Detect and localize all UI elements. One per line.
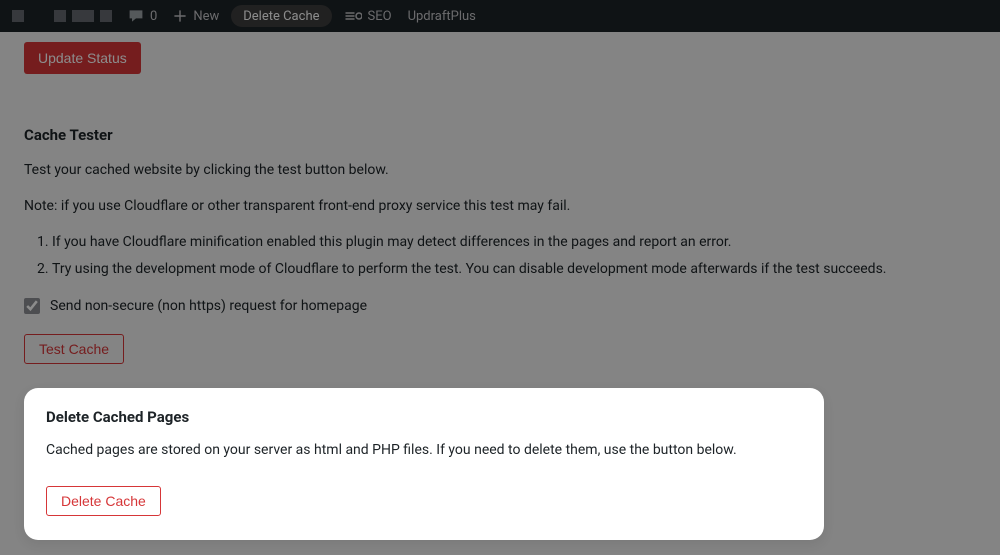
comments-count: 0 — [150, 9, 157, 24]
seo-icon — [344, 9, 362, 23]
cache-tester-intro: Test your cached website by clicking the… — [24, 160, 976, 182]
list-item: Try using the development mode of Cloudf… — [52, 258, 976, 280]
cache-tester-note: Note: if you use Cloudflare or other tra… — [24, 196, 976, 218]
admin-bar-site-group[interactable] — [8, 10, 120, 22]
updraftplus-label: UpdraftPlus — [408, 9, 476, 24]
delete-cached-pages-heading: Delete Cached Pages — [46, 408, 802, 426]
new-content-menu[interactable]: New — [165, 0, 227, 32]
non-secure-checkbox-label: Send non-secure (non https) request for … — [50, 298, 367, 314]
test-cache-button[interactable]: Test Cache — [24, 334, 124, 364]
new-label: New — [193, 9, 219, 24]
cache-tester-heading: Cache Tester — [24, 126, 976, 144]
seo-menu[interactable]: SEO — [336, 0, 400, 32]
site-icon — [54, 10, 66, 22]
cache-tester-list: If you have Cloudflare minification enab… — [52, 231, 976, 280]
list-item: If you have Cloudflare minification enab… — [52, 231, 976, 253]
non-secure-checkbox[interactable] — [24, 298, 40, 314]
seo-label: SEO — [368, 9, 392, 24]
delete-cache-button[interactable]: Delete Cache — [46, 486, 161, 516]
site-name-placeholder — [72, 10, 94, 22]
non-secure-checkbox-row[interactable]: Send non-secure (non https) request for … — [24, 298, 976, 314]
delete-cache-menu[interactable]: Delete Cache — [231, 5, 331, 27]
wp-logo-icon — [12, 10, 24, 22]
comments-menu[interactable]: 0 — [120, 0, 165, 32]
plus-icon — [173, 9, 187, 23]
comment-icon — [128, 8, 144, 24]
delete-cached-pages-body: Cached pages are stored on your server a… — [46, 440, 802, 462]
delete-cache-label: Delete Cache — [243, 9, 319, 24]
admin-bar: 0 New Delete Cache SEO UpdraftPlus — [0, 0, 1000, 32]
update-status-button[interactable]: Update Status — [24, 42, 141, 74]
updates-icon — [100, 10, 112, 22]
delete-cached-pages-panel: Delete Cached Pages Cached pages are sto… — [24, 388, 824, 540]
updraftplus-menu[interactable]: UpdraftPlus — [400, 0, 484, 32]
